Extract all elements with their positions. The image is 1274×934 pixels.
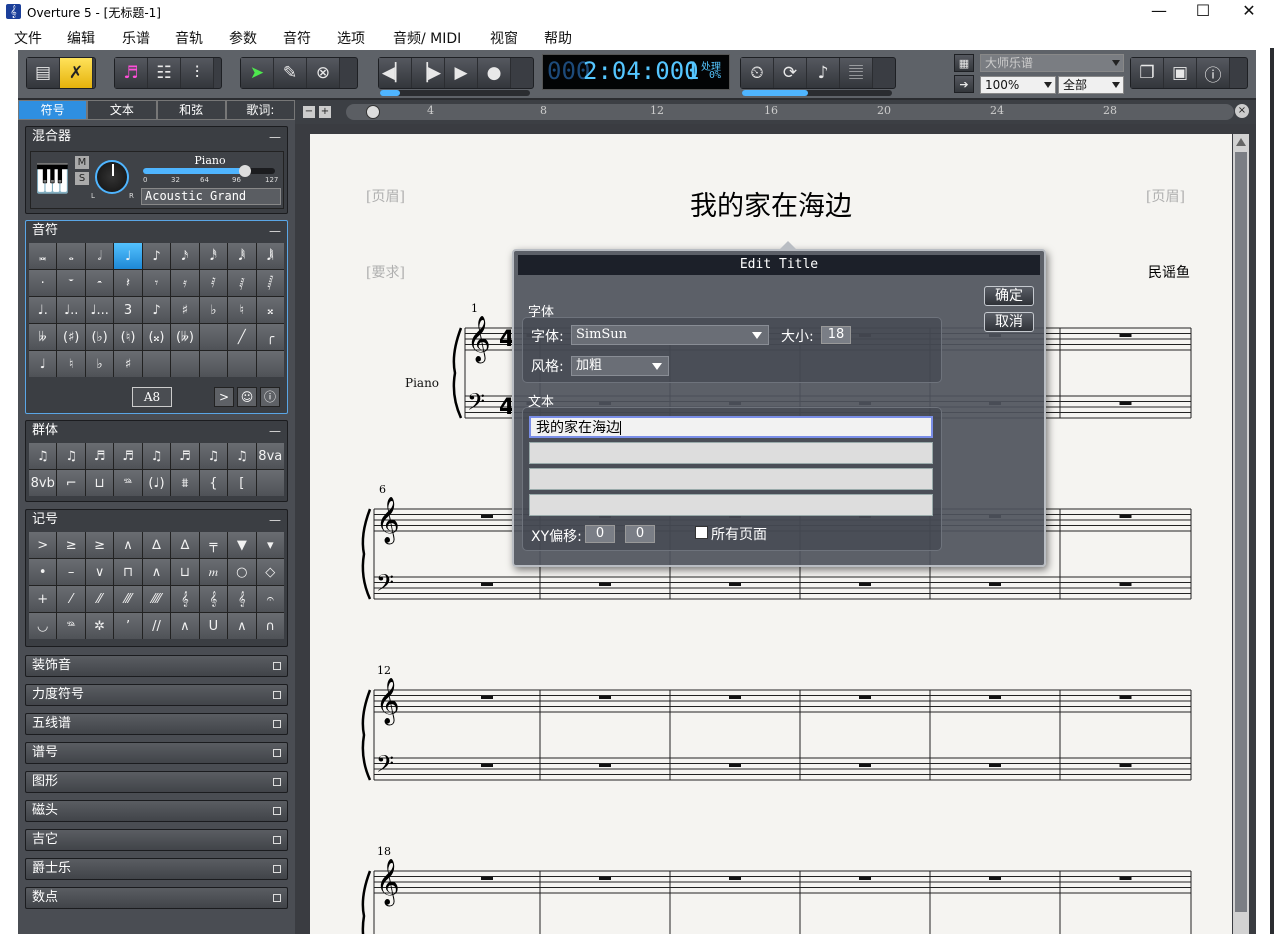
whole-rest: [481, 877, 493, 880]
whole-rest: [599, 583, 611, 586]
style-label: 风格:: [531, 359, 564, 375]
whole-rest: [1119, 877, 1132, 880]
treble-clef-icon: 𝄞: [467, 316, 491, 364]
font-group: 字体: SimSun 大小: 18 风格: 加粗: [522, 317, 942, 383]
whole-rest: [859, 583, 871, 586]
font-size-field[interactable]: 18: [821, 326, 851, 344]
whole-rest: [859, 696, 871, 699]
text-group: 我的家在海边 XY偏移: 0 0 所有页面: [522, 407, 942, 551]
whole-rest: [1119, 402, 1132, 405]
treble-clef-icon: 𝄞: [376, 678, 400, 726]
text-cursor: [620, 421, 621, 435]
title-text-value: 我的家在海边: [536, 420, 620, 436]
y-offset-field[interactable]: 0: [625, 525, 655, 543]
font-style-value: 加粗: [576, 358, 603, 373]
xy-offset-label: XY偏移:: [531, 529, 582, 545]
title-text-line-2[interactable]: [529, 442, 933, 464]
grand-staff-brace: [361, 870, 372, 934]
x-offset-field[interactable]: 0: [585, 525, 615, 543]
font-family-value: SimSun: [576, 327, 628, 342]
font-label: 字体:: [531, 329, 564, 345]
grand-staff-brace: [361, 689, 372, 781]
whole-rest: [599, 696, 611, 699]
bass-clef-icon: 𝄢: [376, 569, 394, 602]
treble-clef-icon: 𝄞: [376, 859, 400, 907]
all-pages-checkbox[interactable]: [695, 526, 708, 539]
whole-rest: [989, 583, 1001, 586]
font-family-combo[interactable]: SimSun: [571, 325, 769, 345]
cancel-button[interactable]: 取消: [984, 312, 1034, 332]
bass-clef-icon: 𝄢: [467, 388, 485, 421]
ok-button[interactable]: 确定: [984, 286, 1034, 306]
whole-rest: [1119, 583, 1132, 586]
whole-rest: [1119, 515, 1132, 518]
chevron-down-icon: [652, 363, 662, 370]
title-text-line-1[interactable]: 我的家在海边: [529, 416, 933, 438]
whole-rest: [729, 764, 741, 767]
dialog-title[interactable]: Edit Title: [518, 255, 1040, 275]
whole-rest: [599, 764, 611, 767]
overture-window: 𝄞 Overture 5 - [无标题-1] — ☐ ✕ 文件 编辑 乐谱 音轨…: [0, 0, 1274, 934]
whole-rest: [481, 696, 493, 699]
whole-rest: [481, 583, 493, 586]
edit-title-dialog: Edit Title 确定 取消 字体 字体: SimSun 大小: 18 风格…: [512, 241, 1046, 567]
whole-rest: [481, 764, 493, 767]
grand-staff-brace: [452, 327, 463, 419]
whole-rest: [1119, 696, 1132, 699]
chevron-down-icon: [752, 332, 762, 339]
whole-rest: [989, 764, 1001, 767]
whole-rest: [729, 583, 741, 586]
whole-rest: [599, 877, 611, 880]
whole-rest: [1119, 334, 1132, 337]
size-label: 大小:: [781, 329, 814, 345]
font-style-combo[interactable]: 加粗: [571, 356, 669, 376]
grand-staff-brace: [361, 508, 372, 600]
treble-clef-icon: 𝄞: [376, 497, 400, 545]
all-pages-label: 所有页面: [711, 527, 767, 543]
staff-system: 𝄞𝄢: [361, 859, 1192, 934]
whole-rest: [989, 696, 1001, 699]
whole-rest: [859, 877, 871, 880]
whole-rest: [1119, 764, 1132, 767]
title-text-line-3[interactable]: [529, 468, 933, 490]
whole-rest: [859, 764, 871, 767]
whole-rest: [729, 696, 741, 699]
whole-rest: [989, 877, 1001, 880]
title-text-line-4[interactable]: [529, 494, 933, 516]
whole-rest: [729, 877, 741, 880]
bass-clef-icon: 𝄢: [376, 750, 394, 783]
whole-rest: [481, 515, 493, 518]
dialog-pointer: [778, 241, 798, 251]
staff-system: 𝄞𝄢: [361, 678, 1192, 783]
